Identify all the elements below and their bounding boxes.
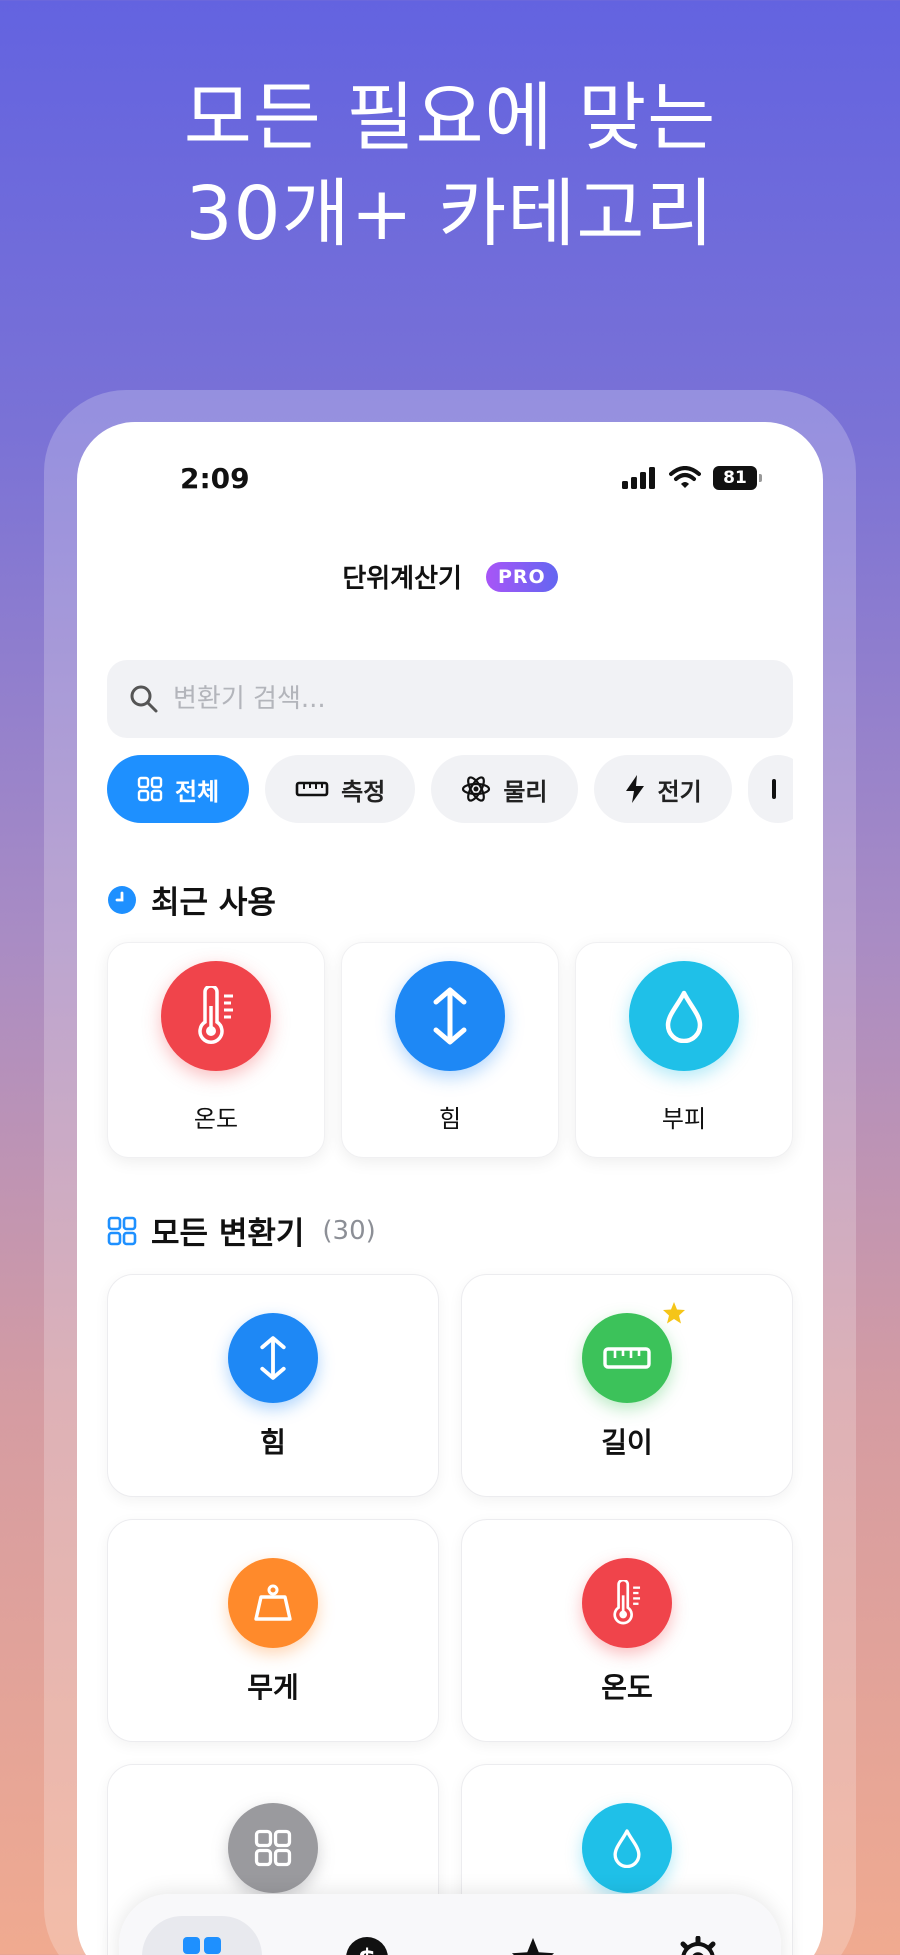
search-icon <box>130 685 158 713</box>
gear-icon <box>680 1936 716 1955</box>
recent-item-force[interactable]: 힘 <box>341 942 559 1158</box>
converter-label: 길이 <box>601 1426 653 1459</box>
recent-item-circle <box>161 961 271 1071</box>
category-chips: 전체 측정 물리 전기 <box>107 755 793 827</box>
recent-item-circle <box>395 961 505 1071</box>
svg-text:$: $ <box>358 1944 376 1955</box>
converter-label: 무게 <box>247 1671 299 1704</box>
star-icon <box>511 1937 554 1955</box>
tab-settings[interactable] <box>638 1916 758 1955</box>
recent-section-title: 최근 사용 <box>107 877 276 922</box>
converter-circle <box>582 1558 672 1648</box>
droplet-icon <box>665 990 703 1043</box>
recent-item-volume[interactable]: 부피 <box>575 942 793 1158</box>
converter-circle <box>228 1558 318 1648</box>
search-bar[interactable] <box>107 660 793 738</box>
up-down-arrow-icon <box>260 1336 286 1380</box>
dollar-icon: $ <box>346 1937 389 1955</box>
converter-card-weight[interactable]: 무게 <box>107 1519 439 1742</box>
thermometer-icon <box>613 1580 641 1625</box>
tab-currency[interactable]: $ <box>307 1916 427 1955</box>
tab-converters[interactable] <box>141 1916 262 1955</box>
converter-circle <box>582 1803 672 1893</box>
chip-electric[interactable]: 전기 <box>593 755 732 823</box>
battery-level: 81 <box>723 468 747 488</box>
recent-list: 온도 힘 부피 <box>107 942 793 1158</box>
grid-icon <box>107 1216 137 1245</box>
chip-partial-icon <box>771 779 776 799</box>
ruler-icon <box>603 1347 651 1369</box>
bolt-icon <box>625 775 644 803</box>
chip-all[interactable]: 전체 <box>107 755 250 823</box>
chip-label: 전기 <box>657 777 702 806</box>
converter-label: 온도 <box>601 1671 653 1704</box>
bottom-tab-bar: $ <box>119 1894 781 1955</box>
chip-more[interactable] <box>747 755 793 823</box>
favorite-star-icon <box>663 1302 685 1324</box>
recent-item-temperature[interactable]: 온도 <box>107 942 325 1158</box>
status-icons: 81 <box>621 466 762 490</box>
grid-icon <box>182 1937 221 1954</box>
tab-favorites[interactable] <box>473 1916 593 1955</box>
chip-label: 전체 <box>175 777 220 806</box>
converter-circle <box>582 1313 672 1403</box>
converter-card-force[interactable]: 힘 <box>107 1274 439 1497</box>
grid-icon <box>254 1829 292 1867</box>
signal-icon <box>622 467 655 489</box>
chip-measurement[interactable]: 측정 <box>265 755 416 823</box>
status-time: 2:09 <box>180 462 250 495</box>
ruler-icon <box>295 781 329 797</box>
chip-physics[interactable]: 물리 <box>431 755 578 823</box>
chip-label: 측정 <box>341 777 386 806</box>
converter-card-temperature[interactable]: 온도 <box>461 1519 793 1742</box>
recent-item-label: 힘 <box>438 1105 462 1133</box>
promo-headline: 모든 필요에 맞는 30개+ 카테고리 <box>0 70 900 262</box>
recent-item-circle <box>629 961 739 1071</box>
wifi-icon <box>669 466 701 488</box>
converter-circle <box>228 1803 318 1893</box>
app-header: 단위계산기 PRO <box>77 558 823 595</box>
droplet-icon <box>613 1829 641 1868</box>
converter-label: 힘 <box>260 1426 286 1459</box>
converter-circle <box>228 1313 318 1403</box>
thermometer-icon <box>198 986 233 1044</box>
all-section-title: 모든 변환기 (30) <box>107 1208 376 1253</box>
weight-icon <box>254 1584 292 1621</box>
phone-screen: 2:09 81 단위계산기 PRO 변환기 검색... 전체 측정 물리 전기 … <box>77 422 823 1955</box>
all-title: 모든 변환기 <box>151 1216 305 1252</box>
headline-line-2: 30개+ 카테고리 <box>185 171 715 257</box>
pro-badge[interactable]: PRO <box>485 561 558 592</box>
grid-icon <box>137 776 163 802</box>
up-down-arrow-icon <box>433 987 467 1045</box>
search-input[interactable] <box>173 684 733 714</box>
headline-line-1: 모든 필요에 맞는 <box>183 75 717 161</box>
recent-item-label: 온도 <box>193 1105 239 1133</box>
app-title: 단위계산기 <box>342 564 462 594</box>
clock-icon <box>108 885 136 914</box>
atom-icon <box>462 776 491 802</box>
converter-card-length[interactable]: 길이 <box>461 1274 793 1497</box>
chip-label: 물리 <box>503 777 548 806</box>
recent-title: 최근 사용 <box>151 885 276 921</box>
converter-grid: 힘 길이 무게 온도 <box>107 1274 793 1955</box>
battery-icon: 81 <box>713 466 762 490</box>
converter-count: (30) <box>322 1215 376 1246</box>
recent-item-label: 부피 <box>661 1105 707 1133</box>
